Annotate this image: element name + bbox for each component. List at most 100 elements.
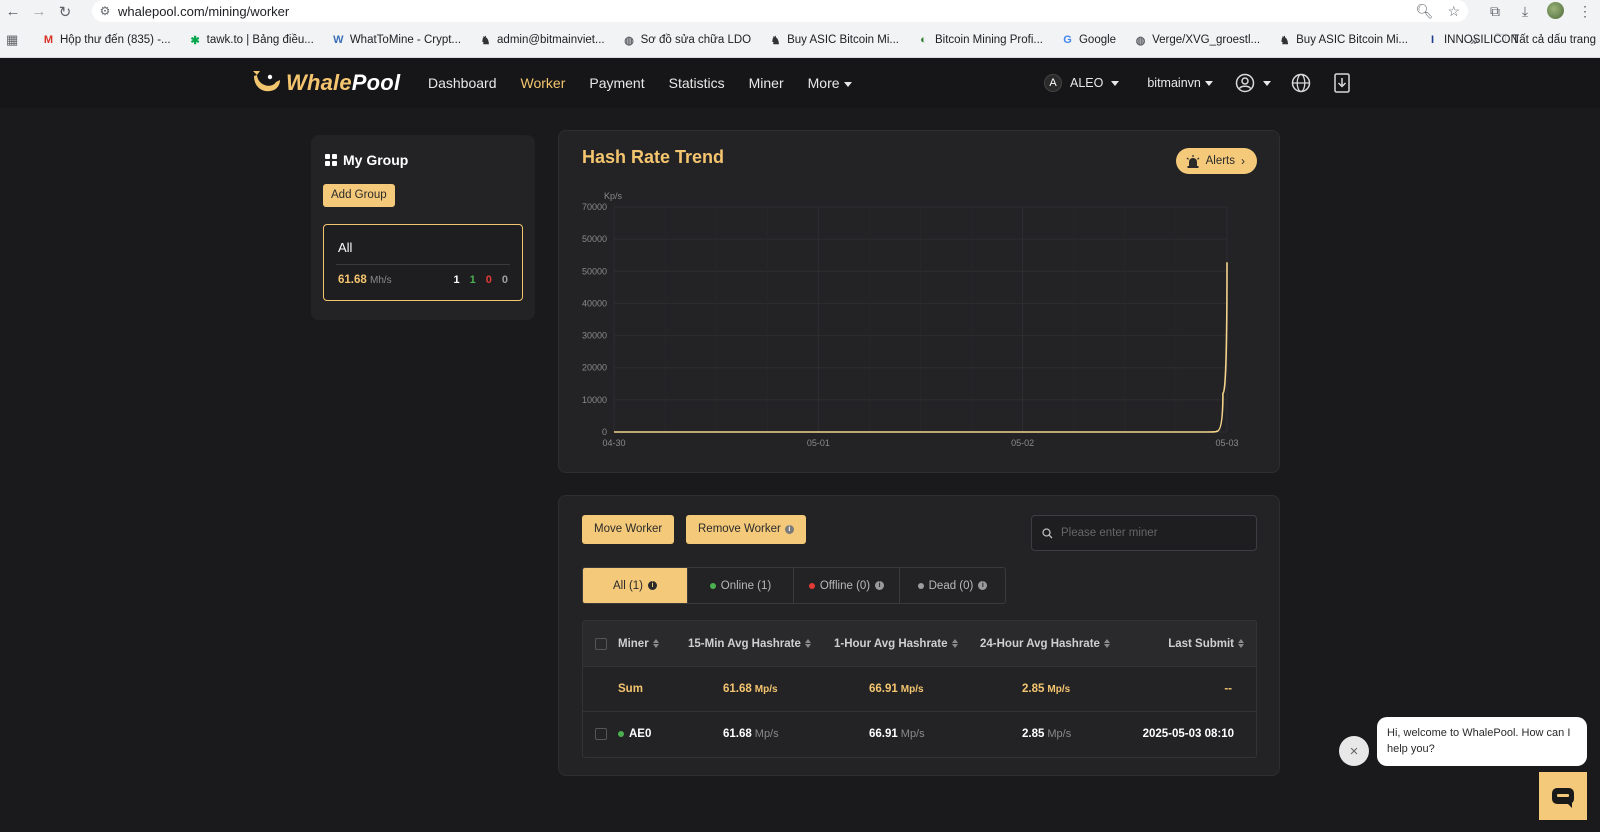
sum-15min: 61.68 Mp/s bbox=[723, 667, 778, 711]
miner-search[interactable] bbox=[1031, 515, 1257, 551]
address-bar[interactable]: ⚙ whalepool.com/mining/worker 🔍︎ ☆ bbox=[92, 0, 1468, 22]
bookmark-star-icon[interactable]: ☆ bbox=[1447, 3, 1460, 20]
tab-all-label: All (1) bbox=[612, 579, 644, 592]
bitmain-icon: ♞ bbox=[770, 34, 781, 47]
bookmark-item[interactable]: G Google bbox=[1053, 34, 1126, 47]
info-icon: i bbox=[784, 525, 794, 534]
add-group-button[interactable]: Add Group bbox=[323, 184, 395, 207]
col-1hour[interactable]: 1-Hour Avg Hashrate bbox=[834, 621, 958, 666]
bookmark-item[interactable]: ✱ tawk.to | Bảng điều... bbox=[181, 34, 324, 47]
bookmark-item[interactable]: M Hộp thư đến (835) -... bbox=[34, 34, 181, 47]
tab-online-label: Online (1) bbox=[720, 579, 772, 592]
miner-name[interactable]: AE0 bbox=[618, 712, 651, 756]
bookmarks-overflow-icon[interactable]: » bbox=[1470, 32, 1478, 48]
y-tick-label: 30000 bbox=[582, 331, 607, 341]
info-icon: i bbox=[875, 581, 885, 590]
browser-toolbar: ← → ↻ ⚙ whalepool.com/mining/worker 🔍︎ ☆… bbox=[0, 0, 1600, 23]
col-15min[interactable]: 15-Min Avg Hashrate bbox=[688, 621, 811, 666]
group-hashrate-value: 61.68 bbox=[338, 274, 367, 286]
miner-1hour-value: 66.91 bbox=[869, 728, 898, 740]
nav-miner[interactable]: Miner bbox=[749, 75, 784, 91]
sort-icon bbox=[1103, 639, 1110, 648]
bookmark-item[interactable]: ◐ Bitcoin Mining Profi... bbox=[909, 34, 1053, 47]
nav-payment[interactable]: Payment bbox=[589, 75, 644, 91]
col-miner[interactable]: Miner bbox=[618, 621, 659, 666]
worker-table: Miner 15-Min Avg Hashrate 1-Hour Avg Has… bbox=[582, 620, 1257, 758]
language-globe-icon[interactable] bbox=[1291, 73, 1311, 93]
x-tick-label: 04-30 bbox=[602, 438, 625, 448]
bookmark-label: Sơ đồ sửa chữa LDO bbox=[640, 34, 752, 46]
col-15min-label: 15-Min Avg Hashrate bbox=[688, 637, 801, 650]
chat-welcome-bubble[interactable]: Hi, welcome to WhalePool. How can I help… bbox=[1377, 717, 1587, 766]
chat-launcher-button[interactable] bbox=[1539, 772, 1587, 820]
remove-worker-button[interactable]: Remove Worker i bbox=[686, 515, 806, 544]
nav-more-label: More bbox=[807, 75, 840, 91]
logo-text-whale: Whale bbox=[286, 70, 352, 95]
globe-icon: ◍ bbox=[624, 34, 634, 47]
bookmark-label: Buy ASIC Bitcoin Mi... bbox=[1296, 34, 1408, 46]
forward-icon[interactable]: → bbox=[26, 0, 52, 23]
bookmark-item[interactable]: ◍ Verge/XVG_groestl... bbox=[1126, 34, 1270, 47]
miner-search-input[interactable] bbox=[1061, 527, 1241, 539]
group-name: All bbox=[338, 240, 353, 255]
nav-statistics[interactable]: Statistics bbox=[669, 75, 725, 91]
tab-offline[interactable]: Offline (0) i bbox=[794, 568, 900, 603]
back-icon[interactable]: ← bbox=[0, 0, 26, 23]
sort-icon bbox=[804, 639, 811, 648]
zoom-icon[interactable]: 🔍︎ bbox=[1416, 3, 1434, 20]
globe-icon: ◍ bbox=[1135, 34, 1146, 47]
chat-close-button[interactable]: × bbox=[1339, 736, 1369, 766]
row-checkbox[interactable] bbox=[595, 712, 607, 756]
tab-online[interactable]: Online (1) bbox=[688, 568, 794, 603]
miner-24hour-unit: Mp/s bbox=[1047, 728, 1072, 740]
bookmark-item[interactable]: ♞ Buy ASIC Bitcoin Mi... bbox=[761, 34, 909, 47]
miner-24hour: 2.85 Mp/s bbox=[1022, 712, 1071, 756]
y-tick-label: 0 bbox=[602, 427, 607, 437]
bookmark-item[interactable]: ◍ Sơ đồ sửa chữa LDO bbox=[615, 34, 762, 47]
reload-icon[interactable]: ↻ bbox=[52, 0, 78, 23]
tab-offline-label: Offline (0) bbox=[819, 579, 871, 592]
site-settings-icon[interactable]: ⚙ bbox=[92, 4, 118, 18]
my-group-panel: My Group Add Group All 61.68 Mh/s 1 1 0 … bbox=[311, 135, 535, 320]
browser-menu-icon[interactable]: ⋮ bbox=[1570, 3, 1600, 20]
bookmarks-bar: ▦ M Hộp thư đến (835) -... ✱ tawk.to | Bảng… bbox=[0, 23, 1600, 58]
profile-avatar[interactable] bbox=[1540, 1, 1570, 22]
miner-name-label: AE0 bbox=[629, 728, 652, 740]
tab-all[interactable]: All (1) i bbox=[583, 568, 688, 603]
move-worker-label: Move Worker bbox=[594, 523, 663, 535]
nav-worker[interactable]: Worker bbox=[521, 75, 566, 91]
col-1hour-label: 1-Hour Avg Hashrate bbox=[834, 637, 948, 650]
select-all-checkbox[interactable] bbox=[595, 621, 607, 666]
col-24hour[interactable]: 24-Hour Avg Hashrate bbox=[980, 621, 1110, 666]
sort-icon bbox=[951, 639, 958, 648]
extensions-icon[interactable]: ⧉ bbox=[1480, 3, 1510, 20]
user-menu[interactable] bbox=[1235, 73, 1271, 93]
tab-dead[interactable]: Dead (0) i bbox=[900, 568, 1005, 603]
whalepool-logo[interactable]: WhalePool bbox=[250, 68, 400, 98]
group-card-all[interactable]: All 61.68 Mh/s 1 1 0 0 bbox=[323, 224, 523, 301]
coin-selector[interactable]: A ALEO bbox=[1044, 74, 1120, 92]
bookmark-item[interactable]: ♞ Buy ASIC Bitcoin Mi... bbox=[1270, 34, 1418, 47]
miner-1hour-unit: Mp/s bbox=[900, 728, 925, 740]
download-icon[interactable]: ⤓ bbox=[1510, 3, 1540, 20]
sum-24hour: 2.85 Mp/s bbox=[1022, 667, 1070, 711]
bookmark-item[interactable]: W WhatToMine - Crypt... bbox=[324, 34, 471, 47]
all-bookmarks-folder[interactable]: 🗀 Tất cả dấu trang bbox=[1495, 31, 1596, 50]
nav-dashboard[interactable]: Dashboard bbox=[428, 75, 497, 91]
miner-24hour-value: 2.85 bbox=[1022, 728, 1045, 740]
caret-down-icon bbox=[843, 81, 852, 87]
google-icon: G bbox=[1063, 34, 1072, 46]
col-last-submit[interactable]: Last Submit bbox=[1168, 621, 1244, 666]
bookmark-item[interactable]: ♞ admin@bitmainviet... bbox=[471, 34, 615, 47]
hash-rate-chart: Kp/s70000 50000 50000 40000 30000 20000 10000 0… bbox=[582, 191, 1239, 448]
account-selector[interactable]: bitmainvn bbox=[1147, 76, 1213, 90]
apps-grid-icon[interactable]: ▦ bbox=[6, 32, 34, 48]
app-download-icon[interactable] bbox=[1333, 73, 1351, 93]
nav-more-dropdown[interactable]: More bbox=[808, 75, 852, 91]
table-row[interactable]: AE0 61.68 Mp/s 66.91 Mp/s 2.85 Mp/s 2025-05… bbox=[583, 711, 1256, 756]
move-worker-button[interactable]: Move Worker bbox=[582, 515, 675, 544]
y-tick-label: 70000 bbox=[582, 202, 607, 212]
all-bookmarks-label: Tất cả dấu trang bbox=[1512, 34, 1596, 46]
account-label: bitmainvn bbox=[1147, 76, 1201, 90]
miner-15min-unit: Mp/s bbox=[754, 728, 779, 740]
